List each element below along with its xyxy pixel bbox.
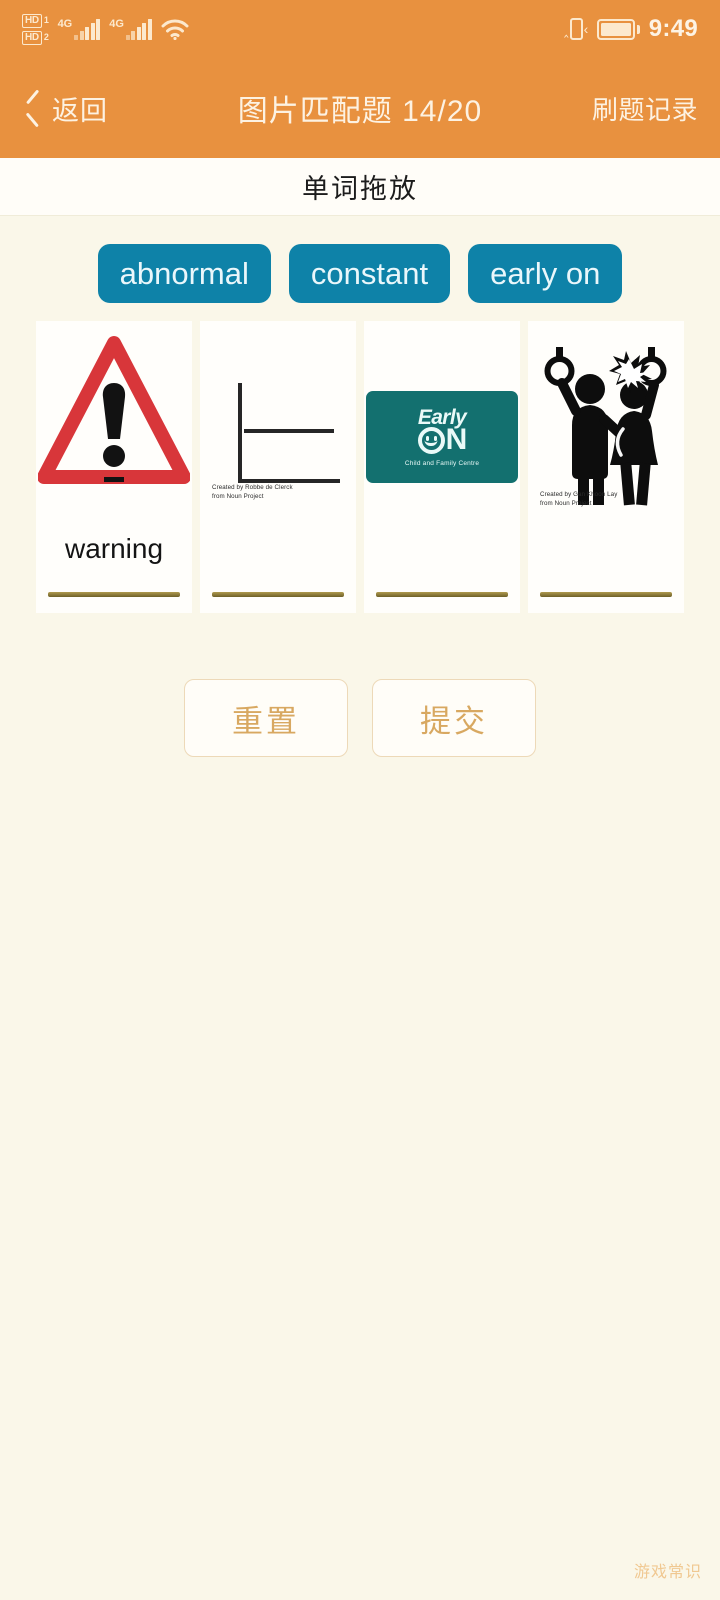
warning-triangle-icon (36, 327, 192, 505)
submit-button[interactable]: 提交 (372, 679, 536, 758)
word-chip-constant[interactable]: constant (288, 244, 451, 304)
hd-sim-index-2: 2 (43, 32, 49, 42)
picture-card-couple[interactable]: Created by Gan Khoon Lay from Noun Proje… (528, 321, 684, 614)
hd-volte-icon-1: HD 1 (22, 13, 49, 28)
status-bar-right: ‸ ‹ 9:49 (564, 15, 698, 43)
practice-history-button[interactable]: 刷题记录 (592, 90, 698, 127)
hd-volte-indicators: HD 1 HD 2 (22, 13, 49, 45)
signal-indicator-1: 4G (58, 18, 101, 40)
picture-card-row: warning Created by Robbe de Clerck from … (0, 321, 720, 614)
signal-indicator-2: 4G (109, 18, 152, 40)
pregnant-couple-icon (528, 327, 684, 511)
earlyon-logo-letter-n: N (445, 423, 468, 457)
back-button-label: 返回 (52, 95, 108, 126)
drop-zone-graph[interactable] (212, 592, 344, 598)
smiley-face-icon (417, 426, 445, 454)
picture-card-couple-attribution: Created by Gan Khoon Lay from Noun Proje… (540, 491, 618, 508)
hd-label-2: HD (22, 30, 42, 45)
back-button[interactable]: 返回 (22, 89, 108, 128)
nav-bar: 返回 图片匹配题 14/20 刷题记录 (0, 58, 720, 158)
picture-card-earlyon[interactable]: Early N Child and Family Centre (364, 321, 520, 614)
earlyon-logo-word-bottom-group: N (417, 423, 468, 457)
status-bar: HD 1 HD 2 4G 4G ‸ ‹ 9:49 (0, 0, 720, 58)
drop-zone-couple[interactable] (540, 592, 672, 598)
status-bar-left: HD 1 HD 2 4G 4G (22, 13, 189, 45)
watermark-label: 游戏常识 (633, 1564, 702, 1581)
network-type-label-1: 4G (57, 18, 73, 30)
earlyon-logo: Early N Child and Family Centre (366, 391, 518, 484)
picture-card-warning[interactable]: warning (36, 321, 192, 614)
earlyon-logo-tagline: Child and Family Centre (404, 459, 480, 467)
hd-label-1: HD (22, 13, 42, 28)
word-chip-early-on[interactable]: early on (468, 244, 623, 304)
chevron-left-icon (22, 92, 42, 124)
vibrate-icon: ‸ ‹ (564, 18, 588, 40)
network-type-label-2: 4G (109, 18, 124, 30)
status-bar-clock: 9:49 (648, 15, 698, 42)
drop-zone-warning[interactable] (48, 592, 180, 598)
picture-card-graph-attribution: Created by Robbe de Clerck from Noun Pro… (212, 484, 293, 501)
signal-bars-icon-1 (74, 18, 101, 40)
word-chip-abnormal[interactable]: abnormal (97, 244, 271, 304)
action-button-row: 重置 提交 (0, 613, 720, 758)
word-chip-row: abnormal constant early on (0, 216, 720, 321)
wifi-icon (161, 18, 189, 40)
reset-button[interactable]: 重置 (184, 679, 348, 758)
picture-card-graph[interactable]: Created by Robbe de Clerck from Noun Pro… (200, 321, 356, 614)
hd-volte-icon-2: HD 2 (22, 30, 49, 45)
battery-full-icon (597, 18, 640, 40)
picture-card-warning-label: warning (64, 533, 164, 565)
flat-line-graph-icon (200, 327, 356, 509)
drop-zone-earlyon[interactable] (376, 592, 508, 598)
mode-subtitle-bar: 单词拖放 (0, 158, 720, 216)
mode-subtitle-label: 单词拖放 (302, 174, 418, 204)
app-root: HD 1 HD 2 4G 4G ‸ ‹ 9:49 返回 图片匹配题 14/20 … (0, 0, 720, 1600)
signal-bars-icon-2 (125, 18, 152, 40)
hd-sim-index-1: 1 (43, 15, 49, 25)
